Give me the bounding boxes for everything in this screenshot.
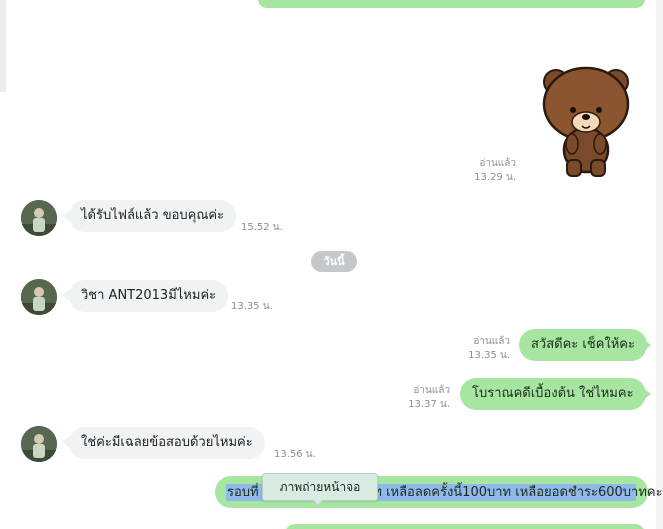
read-receipt: อ่านแล้ว	[479, 158, 516, 169]
scrollbar-right[interactable]	[656, 0, 663, 529]
message-bubble[interactable]: ใช่ค่ะมีเฉลยข้อสอบด้วยไหมค่ะ	[69, 427, 265, 459]
avatar[interactable]	[21, 279, 57, 315]
bubble-tail	[643, 339, 651, 351]
tooltip-arrow-inner	[313, 499, 323, 505]
timestamp: 13.56 น.	[274, 449, 316, 460]
date-separator: วันนี้	[311, 251, 357, 272]
screenshot-tooltip: ภาพถ่ายหน้าจอ	[262, 473, 378, 501]
avatar[interactable]	[21, 426, 57, 462]
avatar[interactable]	[21, 200, 57, 236]
scrollbar[interactable]	[0, 0, 6, 92]
timestamp: 13.35 น.	[231, 301, 273, 312]
timestamp: 15.52 น.	[241, 222, 283, 233]
chat-view: อ่านแล้ว 13.29 น. ได้รับไฟล์แล้ว ขอบคุณค…	[0, 0, 663, 529]
message-bubble-partial[interactable]	[258, 0, 645, 8]
message-bubble[interactable]: โบราณคดีเบื้องต้น ใช่ไหมคะ	[460, 378, 646, 410]
timestamp: 13.37 น.	[408, 399, 450, 410]
message-bubble[interactable]: ได้รับไฟล์แล้ว ขอบคุณค่ะ	[69, 200, 237, 232]
bubble-tail	[643, 388, 651, 400]
message-bubble[interactable]: วิชา ANT2013มีไหมค่ะ	[69, 280, 229, 312]
timestamp: 13.35 น.	[468, 350, 510, 361]
brown-bear-sticker-icon[interactable]	[537, 64, 635, 178]
message-bubble-partial[interactable]	[285, 524, 645, 529]
timestamp: 13.29 น.	[474, 172, 516, 183]
read-receipt: อ่านแล้ว	[413, 385, 450, 396]
read-receipt: อ่านแล้ว	[473, 336, 510, 347]
message-bubble[interactable]: สวัสดีคะ เช็คให้คะ	[519, 329, 647, 361]
